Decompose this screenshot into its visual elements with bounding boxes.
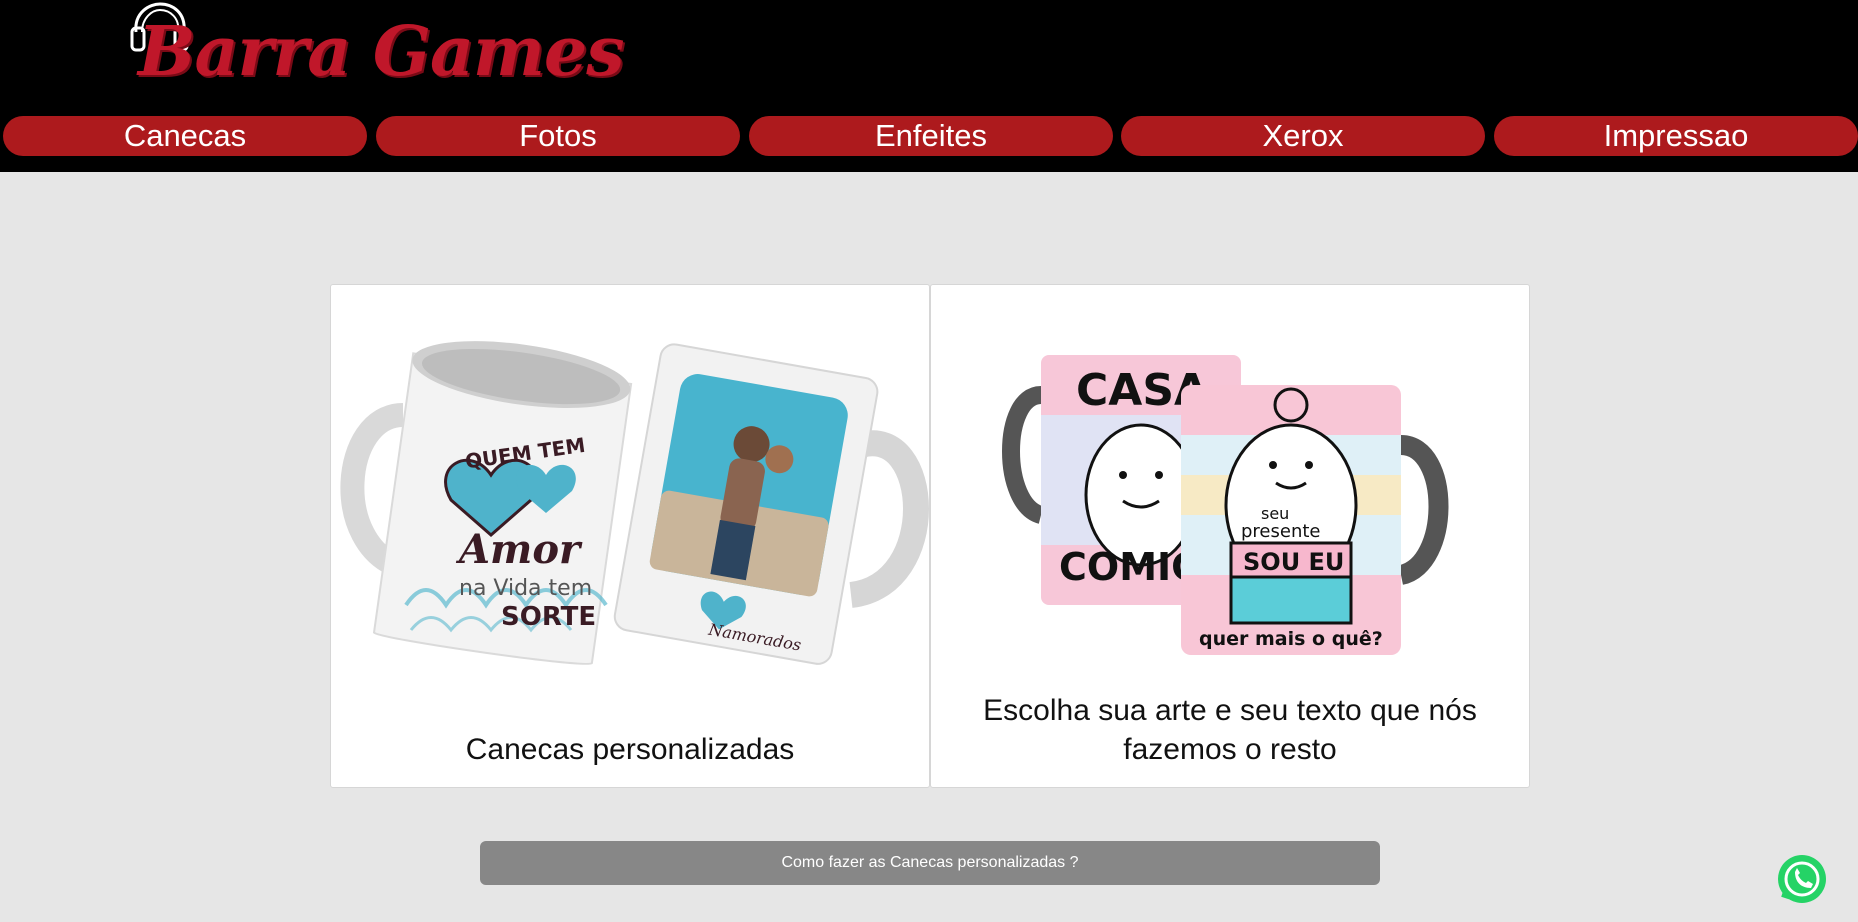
nav-item-enfeites[interactable]: Enfeites — [749, 116, 1113, 156]
site-header: Barra Games Canecas Fotos Enfeites Xerox… — [0, 0, 1858, 172]
nav-item-canecas[interactable]: Canecas — [3, 116, 367, 156]
svg-text:presente: presente — [1241, 521, 1321, 542]
nav-item-impressao[interactable]: Impressao — [1494, 116, 1858, 156]
nav-item-fotos[interactable]: Fotos — [376, 116, 740, 156]
product-card-arte[interactable]: CASA COMIGO seu presente SOU EU quer mai… — [930, 284, 1530, 788]
svg-text:SOU EU: SOU EU — [1243, 548, 1344, 576]
product-card-canecas[interactable]: QUEM TEM Amor na Vida tem SORTE Namorado… — [330, 284, 930, 788]
mugs-love-image: QUEM TEM Amor na Vida tem SORTE Namorado… — [340, 341, 929, 665]
brand-name: Barra Games — [138, 12, 625, 92]
brand-logo[interactable]: Barra Games — [128, 0, 625, 100]
whatsapp-icon[interactable] — [1775, 852, 1829, 906]
svg-text:na Vida tem: na Vida tem — [459, 576, 592, 601]
mugs-flork-image: CASA COMIGO seu presente SOU EU quer mai… — [1002, 355, 1449, 655]
nav-item-xerox[interactable]: Xerox — [1121, 116, 1485, 156]
svg-text:Amor: Amor — [455, 526, 583, 573]
card-caption: Escolha sua arte e seu texto que nós faz… — [983, 694, 1477, 766]
main-nav: Canecas Fotos Enfeites Xerox Impressao — [0, 116, 1858, 158]
svg-text:SORTE: SORTE — [501, 602, 596, 632]
card-caption: Canecas personalizadas — [465, 733, 795, 766]
how-to-button[interactable]: Como fazer as Canecas personalizadas ? — [480, 841, 1380, 885]
svg-text:quer mais o quê?: quer mais o quê? — [1199, 628, 1383, 650]
